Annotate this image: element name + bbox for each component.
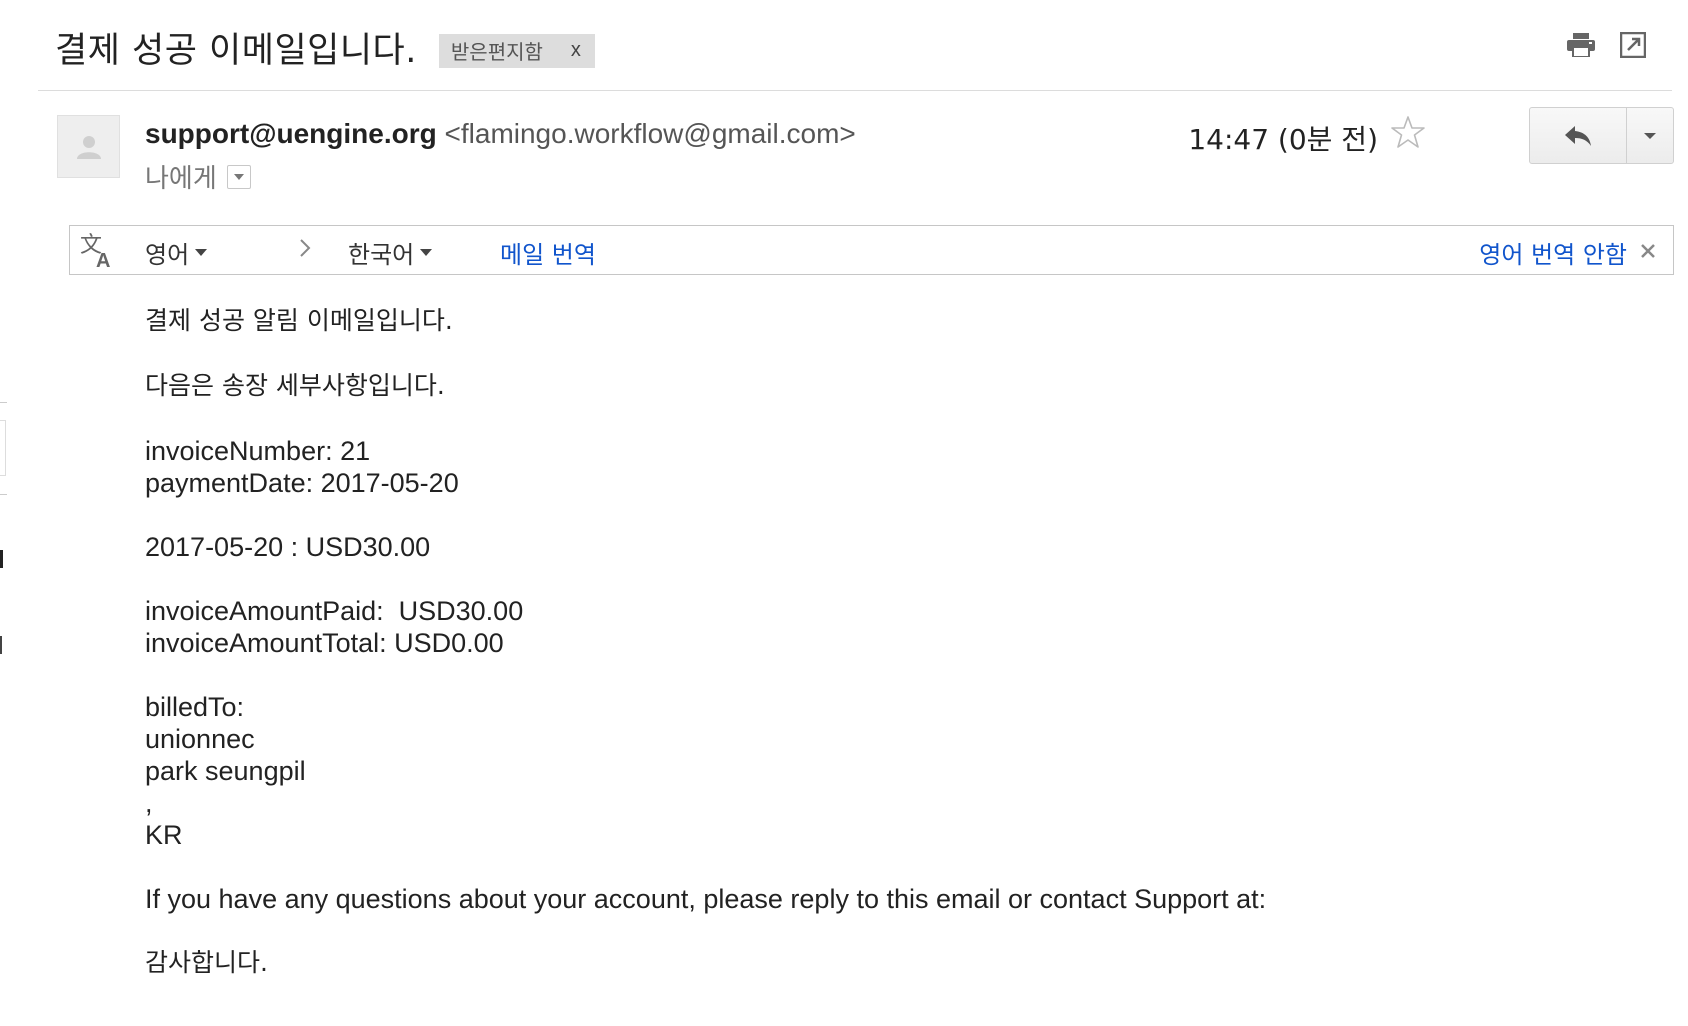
target-language-label: 한국어: [348, 241, 415, 269]
label-name: 받은편지함: [450, 40, 543, 64]
remove-label-button[interactable]: x: [571, 39, 581, 62]
caret-down-icon: [420, 249, 433, 256]
sender-name: support@uengine.org: [145, 118, 437, 149]
subject-row: 결제 성공 이메일입니다. 받은편지함 x: [55, 22, 595, 73]
header-divider: [38, 90, 1672, 91]
print-icon[interactable]: [1566, 30, 1596, 60]
email-subject: 결제 성공 이메일입니다.: [55, 31, 417, 71]
body-greeting: 결제 성공 알림 이메일입니다.: [145, 306, 453, 335]
star-icon[interactable]: [1390, 114, 1426, 150]
edge-mark: [0, 636, 2, 654]
show-details-button[interactable]: [226, 164, 251, 189]
turn-off-translation-link[interactable]: 영어 번역 안함: [1479, 235, 1627, 270]
edge-panel: [0, 420, 6, 476]
message-time: 14:47 (0분 전): [1188, 123, 1378, 156]
chevron-right-icon: [298, 237, 312, 265]
billed-country: KR: [145, 820, 183, 850]
person-icon: [76, 135, 101, 159]
billed-name: park seungpil: [145, 756, 306, 786]
support-text: If you have any questions about your acc…: [145, 884, 1267, 914]
billed-company: unionnec: [145, 724, 255, 754]
source-language-select[interactable]: 영어: [145, 235, 208, 270]
reply-icon: [1565, 125, 1591, 146]
invoice-number: invoiceNumber: 21: [145, 436, 371, 466]
chevron-down-icon: [1644, 132, 1656, 139]
svg-text:A: A: [96, 250, 110, 270]
billed-to-label: billedTo:: [145, 692, 245, 722]
amount-paid: invoiceAmountPaid: USD30.00: [145, 596, 524, 626]
open-in-new-window-icon[interactable]: [1618, 30, 1648, 60]
translate-icon: 文 A: [80, 233, 110, 270]
line-item: 2017-05-20 : USD30.00: [145, 532, 431, 562]
translate-message-link[interactable]: 메일 번역: [500, 235, 596, 270]
close-icon[interactable]: [1639, 238, 1659, 258]
body-intro: 다음은 송장 세부사항입니다.: [145, 371, 445, 400]
message-body: 결제 성공 알림 이메일입니다. 다음은 송장 세부사항입니다. invoice…: [145, 305, 1266, 979]
billed-comma: ,: [145, 788, 153, 818]
amount-total: invoiceAmountTotal: USD0.00: [145, 628, 504, 658]
translation-bar: 文 A 영어 한국어 메일 번역 영어 번역 안함: [69, 225, 1674, 275]
recipient-label: 나에게: [145, 164, 217, 194]
email-view: 결제 성공 이메일입니다. 받은편지함 x support@uengine.or…: [0, 0, 1688, 1026]
inbox-label-chip[interactable]: 받은편지함 x: [438, 33, 595, 68]
body-thanks: 감사합니다.: [145, 948, 268, 977]
reply-button-group: [1529, 107, 1674, 164]
more-actions-button[interactable]: [1627, 108, 1673, 163]
edge-mark: [0, 550, 3, 568]
sender-address: <flamingo.workflow@gmail.com>: [444, 118, 856, 149]
payment-date: paymentDate: 2017-05-20: [145, 468, 459, 498]
reply-button[interactable]: [1530, 108, 1627, 163]
caret-down-icon: [195, 249, 208, 256]
edge-divider: [0, 402, 7, 403]
source-language-label: 영어: [145, 241, 190, 269]
recipient-row: 나에게: [145, 158, 251, 195]
target-language-select[interactable]: 한국어: [348, 235, 433, 270]
avatar: [57, 115, 120, 178]
sender: support@uengine.org <flamingo.workflow@g…: [145, 118, 856, 150]
top-icons: [1566, 30, 1648, 60]
chevron-down-icon: [233, 173, 244, 180]
edge-divider: [0, 494, 7, 495]
